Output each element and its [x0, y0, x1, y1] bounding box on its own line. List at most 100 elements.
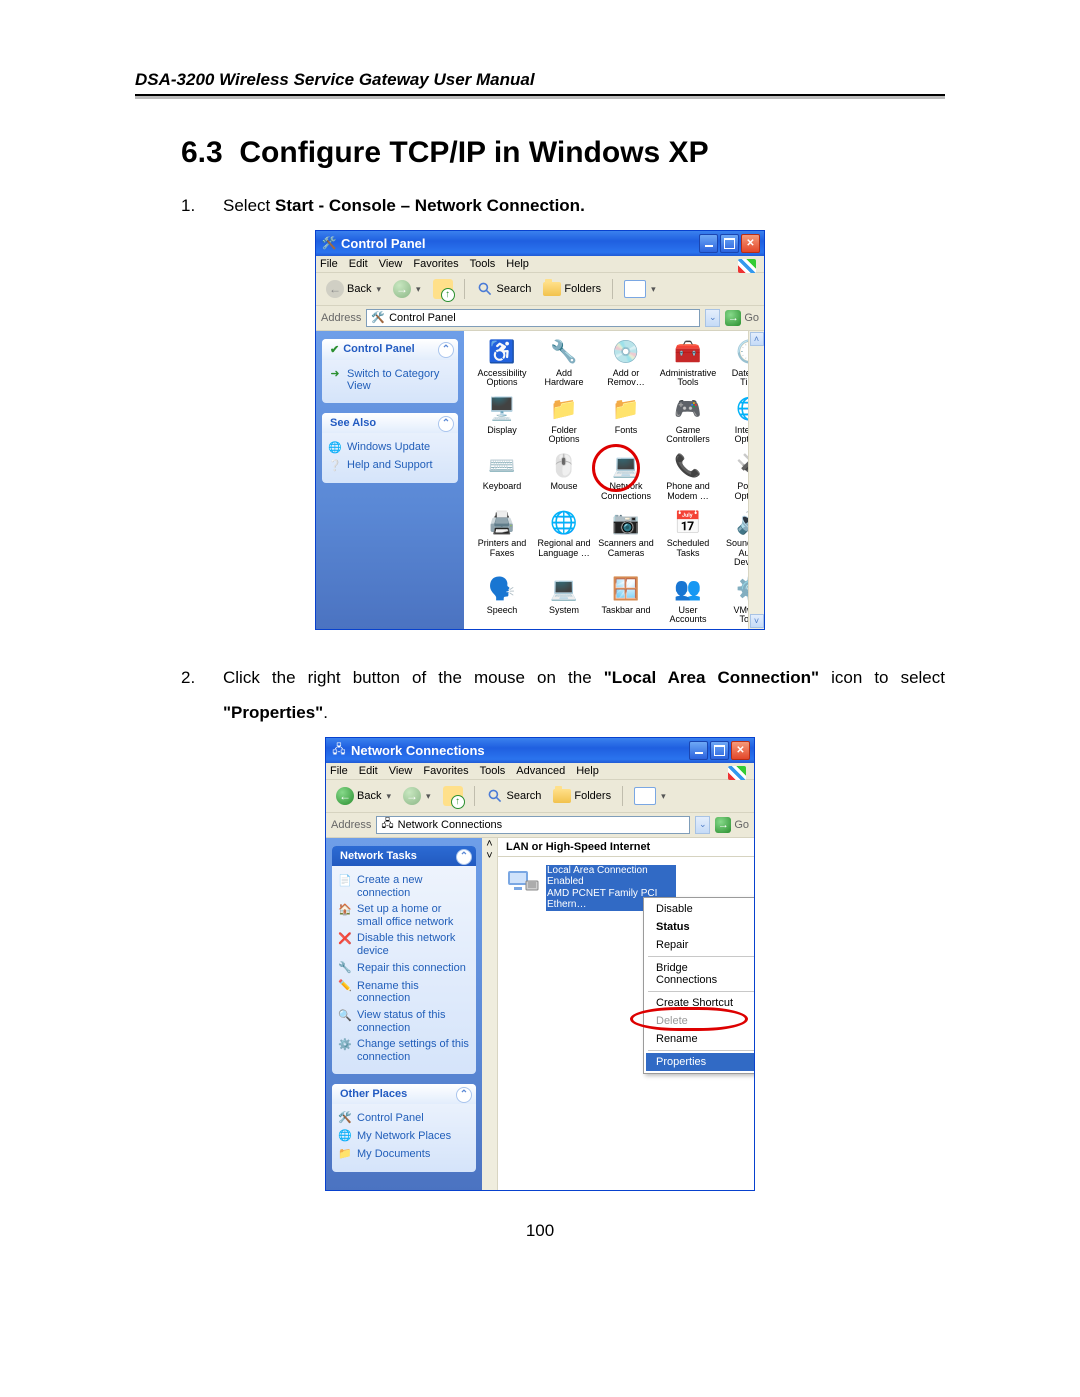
address-dropdown[interactable]: ⌄ [705, 309, 720, 327]
menu-item[interactable]: Status [646, 918, 754, 936]
titlebar[interactable]: 🖧 Network Connections [326, 738, 754, 763]
folders-button[interactable]: Folders [539, 280, 605, 298]
cp-item[interactable]: 🌐Regional and Language … [536, 507, 592, 567]
collapse-icon[interactable]: ⌃ [456, 1087, 472, 1103]
up-button[interactable] [439, 784, 467, 808]
views-button[interactable] [630, 785, 670, 807]
forward-button[interactable]: → [389, 278, 425, 300]
cp-item[interactable]: 📁Folder Options [536, 394, 592, 445]
menu-edit[interactable]: Edit [349, 258, 368, 270]
other-place-network-places[interactable]: 🌐My Network Places [338, 1128, 470, 1146]
collapse-icon[interactable]: ⌃ [438, 342, 454, 358]
cp-item[interactable]: 💻System [536, 574, 592, 625]
close-button[interactable] [731, 741, 750, 760]
cp-item[interactable]: 🪟Taskbar and [598, 574, 654, 625]
connections-area[interactable]: Local Area Connection Enabled AMD PCNET … [498, 857, 754, 1115]
go-button[interactable]: → Go [725, 310, 759, 326]
sidebar-seealso-head[interactable]: See Also ⌃ [322, 413, 458, 433]
collapse-icon[interactable]: ⌃ [438, 416, 454, 432]
network-task[interactable]: 🔧Repair this connection [338, 960, 470, 978]
menu-tools[interactable]: Tools [480, 765, 506, 777]
address-input[interactable]: 🖧 Network Connections [376, 816, 690, 834]
scroll-up-button[interactable]: ˄ [750, 332, 764, 346]
left-scrollbar[interactable]: ˄ ˅ [482, 838, 498, 1190]
menu-item[interactable]: Create Shortcut [646, 994, 754, 1012]
back-dropdown-icon[interactable] [384, 790, 391, 802]
cp-item[interactable]: 📅Scheduled Tasks [660, 507, 716, 567]
menu-help[interactable]: Help [576, 765, 599, 777]
views-dropdown-icon[interactable] [649, 283, 656, 295]
menu-view[interactable]: View [379, 258, 403, 270]
search-button[interactable]: Search [482, 785, 546, 807]
sidebar-other-places-head[interactable]: Other Places ⌃ [332, 1084, 476, 1104]
cp-item[interactable]: ♿Accessibility Options [474, 337, 530, 388]
scroll-up-button[interactable]: ˄ [486, 838, 492, 850]
network-task[interactable]: 🔍View status of this connection [338, 1007, 470, 1036]
views-dropdown-icon[interactable] [659, 790, 666, 802]
menu-item[interactable]: Bridge Connections [646, 959, 754, 989]
cp-item[interactable]: 🖨️Printers and Faxes [474, 507, 530, 567]
address-dropdown[interactable]: ⌄ [695, 816, 710, 834]
menu-file[interactable]: File [320, 258, 338, 270]
switch-category-view-link[interactable]: ➜ Switch to Category View [328, 366, 452, 395]
other-place-my-documents[interactable]: 📁My Documents [338, 1146, 470, 1164]
titlebar[interactable]: 🛠️ Control Panel [316, 231, 764, 256]
menu-item[interactable]: Repair [646, 936, 754, 954]
minimize-button[interactable] [699, 234, 718, 253]
back-button[interactable]: ← Back [322, 278, 385, 300]
cp-item[interactable]: 🗣️Speech [474, 574, 530, 625]
views-button[interactable] [620, 278, 660, 300]
up-button[interactable] [429, 277, 457, 301]
cp-item[interactable]: 💻Network Connections [598, 450, 654, 501]
network-task[interactable]: ✏️Rename this connection [338, 978, 470, 1007]
network-task[interactable]: ⚙️Change settings of this connection [338, 1036, 470, 1065]
menu-view[interactable]: View [389, 765, 413, 777]
search-button[interactable]: Search [472, 278, 536, 300]
network-task[interactable]: ❌Disable this network device [338, 930, 470, 959]
collapse-icon[interactable]: ⌃ [456, 849, 472, 865]
scroll-down-button[interactable]: ˅ [486, 850, 492, 862]
cp-item[interactable]: 👥User Accounts [660, 574, 716, 625]
windows-update-link[interactable]: 🌐Windows Update [328, 439, 452, 457]
cp-item[interactable]: 🖥️Display [474, 394, 530, 445]
cp-item[interactable]: 🎮Game Controllers [660, 394, 716, 445]
content-pane[interactable]: ♿Accessibility Options🔧Add Hardware💿Add … [464, 331, 764, 629]
scroll-down-button[interactable]: ˅ [750, 614, 764, 628]
address-input[interactable]: 🛠️ Control Panel [366, 309, 700, 327]
forward-button[interactable]: → [399, 785, 435, 807]
back-button[interactable]: ← Back [332, 785, 395, 807]
menu-tools[interactable]: Tools [470, 258, 496, 270]
menu-item[interactable]: Properties [646, 1053, 754, 1071]
cp-item[interactable]: 📁Fonts [598, 394, 654, 445]
minimize-button[interactable] [689, 741, 708, 760]
network-task[interactable]: 📄Create a new connection [338, 872, 470, 901]
cp-item[interactable]: 🔧Add Hardware [536, 337, 592, 388]
cp-item[interactable]: 🖱️Mouse [536, 450, 592, 501]
network-task[interactable]: 🏠Set up a home or small office network [338, 901, 470, 930]
cp-item[interactable]: 📷Scanners and Cameras [598, 507, 654, 567]
folders-button[interactable]: Folders [549, 787, 615, 805]
close-button[interactable] [741, 234, 760, 253]
back-dropdown-icon[interactable] [374, 283, 381, 295]
forward-dropdown-icon[interactable] [414, 283, 421, 295]
cp-item[interactable]: ⌨️Keyboard [474, 450, 530, 501]
scrollbar[interactable]: ˄ ˅ [748, 331, 764, 629]
menu-help[interactable]: Help [506, 258, 529, 270]
maximize-button[interactable] [710, 741, 729, 760]
menu-favorites[interactable]: Favorites [423, 765, 468, 777]
menu-item[interactable]: Disable [646, 900, 754, 918]
cp-item[interactable]: 🧰Administrative Tools [660, 337, 716, 388]
go-button[interactable]: → Go [715, 817, 749, 833]
menu-advanced[interactable]: Advanced [516, 765, 565, 777]
cp-item[interactable]: 📞Phone and Modem … [660, 450, 716, 501]
help-support-link[interactable]: ❔Help and Support [328, 457, 452, 475]
cp-item[interactable]: 💿Add or Remov… [598, 337, 654, 388]
maximize-button[interactable] [720, 234, 739, 253]
menu-edit[interactable]: Edit [359, 765, 378, 777]
sidebar-control-panel-head[interactable]: ✔Control Panel ⌃ [322, 339, 458, 360]
other-place-control-panel[interactable]: 🛠️Control Panel [338, 1110, 470, 1128]
menu-favorites[interactable]: Favorites [413, 258, 458, 270]
content-pane[interactable]: ˄ ˅ LAN or High-Speed Internet [482, 838, 754, 1190]
menu-file[interactable]: File [330, 765, 348, 777]
forward-dropdown-icon[interactable] [424, 790, 431, 802]
